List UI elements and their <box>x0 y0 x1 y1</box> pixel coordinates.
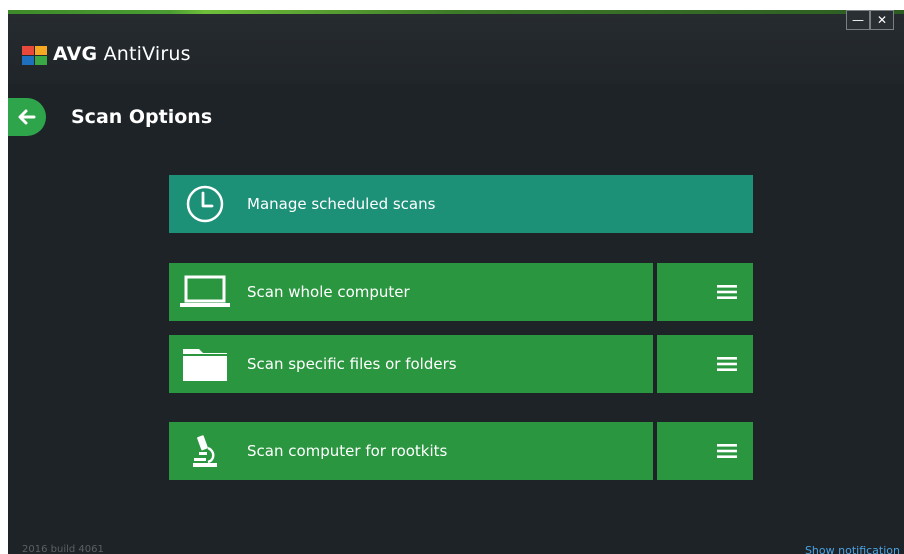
scan-rootkits-button[interactable]: Scan computer for rootkits <box>169 422 653 480</box>
tile-label-rootkits: Scan computer for rootkits <box>247 442 448 460</box>
scan-whole-computer-settings-button[interactable] <box>657 263 753 321</box>
close-icon: ✕ <box>876 13 888 27</box>
back-button[interactable] <box>8 98 46 136</box>
scan-specific-files-settings-button[interactable] <box>657 335 753 393</box>
app-product-name: AntiVirus <box>103 43 191 65</box>
app-window: AVG AntiVirus — ✕ Scan Options Manage sc… <box>8 10 904 554</box>
microscope-icon <box>177 434 233 468</box>
version-label: 2016 build 4061 <box>22 544 104 554</box>
manage-scheduled-scans-button[interactable]: Manage scheduled scans <box>169 175 753 233</box>
minimize-button[interactable]: — <box>846 10 870 30</box>
tile-label-specific-files: Scan specific files or folders <box>247 355 457 373</box>
laptop-icon <box>177 275 233 309</box>
minimize-icon: — <box>852 13 864 27</box>
scan-rootkits-settings-button[interactable] <box>657 422 753 480</box>
folder-icon <box>177 345 233 383</box>
app-brand: AVG <box>53 43 98 65</box>
hamburger-menu-icon <box>717 285 737 299</box>
tile-label-manage-scheduled: Manage scheduled scans <box>247 195 436 213</box>
hamburger-menu-icon <box>717 444 737 458</box>
avg-logo-icon <box>22 46 47 65</box>
arrow-left-icon <box>18 109 36 125</box>
close-button[interactable]: ✕ <box>870 10 894 30</box>
scan-whole-computer-button[interactable]: Scan whole computer <box>169 263 653 321</box>
show-notification-link[interactable]: Show notification <box>805 544 900 554</box>
page-title: Scan Options <box>71 106 213 128</box>
tile-label-whole-computer: Scan whole computer <box>247 283 410 301</box>
scan-specific-files-button[interactable]: Scan specific files or folders <box>169 335 653 393</box>
hamburger-menu-icon <box>717 357 737 371</box>
clock-icon <box>177 184 233 224</box>
app-title: AVG AntiVirus <box>53 43 191 65</box>
